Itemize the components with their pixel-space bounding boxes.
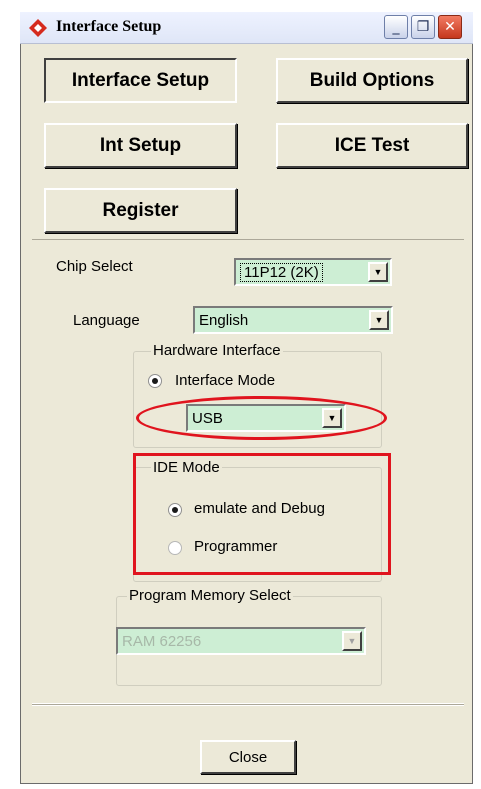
program-memory-value: RAM 62256 bbox=[122, 632, 202, 650]
interface-mode-label: Interface Mode bbox=[175, 372, 276, 389]
language-dropdown[interactable]: English ▼ bbox=[193, 306, 393, 334]
app-diamond-icon bbox=[28, 18, 48, 38]
restore-icon: ❐ bbox=[416, 19, 430, 35]
minimize-button[interactable]: _ bbox=[384, 15, 408, 39]
language-label: Language bbox=[73, 312, 140, 329]
chip-select-label: Chip Select bbox=[56, 258, 133, 275]
int-setup-button[interactable]: Int Setup bbox=[44, 123, 237, 168]
interface-mode-radio[interactable] bbox=[148, 374, 162, 388]
chip-select-dropdown[interactable]: 11P12 (2K) ▼ bbox=[234, 258, 392, 286]
register-button[interactable]: Register bbox=[44, 188, 237, 233]
chevron-down-icon[interactable]: ▼ bbox=[368, 262, 388, 282]
radio-selected-dot bbox=[152, 378, 158, 384]
chip-select-value: 11P12 (2K) bbox=[240, 262, 323, 282]
interface-setup-button[interactable]: Interface Setup bbox=[44, 58, 237, 103]
program-memory-dropdown[interactable]: RAM 62256 ▼ bbox=[116, 627, 366, 655]
close-icon: ✕ bbox=[444, 19, 456, 35]
footer-divider bbox=[32, 704, 464, 706]
program-memory-legend: Program Memory Select bbox=[127, 587, 293, 604]
chevron-down-icon[interactable]: ▼ bbox=[369, 310, 389, 330]
hardware-interface-legend: Hardware Interface bbox=[151, 342, 283, 359]
restore-button[interactable]: ❐ bbox=[411, 15, 435, 39]
annotation-ellipse bbox=[136, 396, 387, 440]
close-window-button[interactable]: ✕ bbox=[438, 15, 462, 39]
annotation-rectangle bbox=[133, 453, 391, 575]
chevron-down-icon[interactable]: ▼ bbox=[342, 631, 362, 651]
build-options-button[interactable]: Build Options bbox=[276, 58, 468, 103]
language-value: English bbox=[199, 311, 249, 329]
minimize-icon: _ bbox=[392, 19, 400, 35]
ice-test-button[interactable]: ICE Test bbox=[276, 123, 468, 168]
window-title: Interface Setup bbox=[56, 18, 162, 35]
close-button[interactable]: Close bbox=[200, 740, 296, 774]
